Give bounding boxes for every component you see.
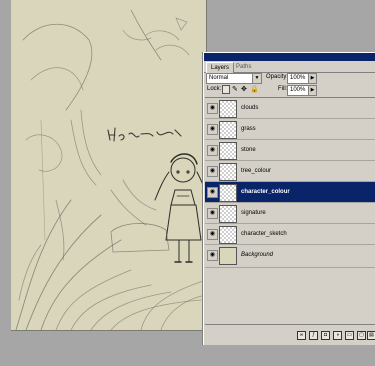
layer-name: character_colour [241, 189, 290, 195]
layer-thumbnail [219, 247, 237, 265]
layer-thumbnail [219, 184, 237, 202]
layer-name: grass [241, 126, 256, 132]
layer-row-grass[interactable]: ◉ grass [205, 119, 375, 140]
fx-icon[interactable]: ƒ [309, 331, 318, 340]
document-canvas[interactable] [11, 0, 207, 331]
layer-row-tree-colour[interactable]: ◉ tree_colour [205, 161, 375, 182]
layer-row-character-colour[interactable]: ◉ character_colour [205, 182, 375, 203]
layer-thumbnail [219, 205, 237, 223]
sketch-artwork [15, 9, 206, 330]
link-icon[interactable]: ∞ [297, 331, 306, 340]
layer-thumbnail [219, 100, 237, 118]
eye-icon[interactable]: ◉ [207, 166, 218, 177]
lock-fill-row: Lock: ✎ ✥ 🔒 Fill: 100% ▶ [204, 85, 375, 97]
fill-slider-arrow-icon[interactable]: ▶ [308, 85, 317, 96]
fill-input[interactable]: 100% [287, 85, 309, 96]
lock-transparent-icon[interactable] [222, 85, 230, 94]
panel-tabs: Layers Paths [204, 61, 375, 73]
blend-mode-value: Normal [209, 75, 229, 81]
eye-icon[interactable]: ◉ [207, 145, 218, 156]
move-icon[interactable]: ✥ [241, 85, 247, 94]
blend-mode-select[interactable]: Normal ▼ [206, 73, 262, 84]
eye-icon[interactable]: ◉ [207, 208, 218, 219]
eye-icon[interactable]: ◉ [207, 229, 218, 240]
panel-titlebar[interactable] [204, 53, 375, 61]
layer-name: stone [241, 147, 256, 153]
layer-name: character_sketch [241, 231, 287, 237]
layers-bottom-toolbar: ∞ ƒ ◘ ◑ ▭ ▢ ▤ [205, 324, 375, 345]
opacity-input[interactable]: 100% [287, 73, 309, 84]
mask-icon[interactable]: ◘ [321, 331, 330, 340]
layer-name: Background [241, 252, 274, 258]
eye-icon[interactable]: ◉ [207, 103, 218, 114]
lock-icon[interactable]: 🔒 [250, 85, 259, 94]
eye-icon[interactable]: ◉ [207, 187, 218, 198]
layers-list: ◉ clouds ◉ grass ◉ stone ◉ tree_colour ◉ [205, 97, 375, 324]
layer-thumbnail [219, 226, 237, 244]
layer-thumbnail [219, 121, 237, 139]
brush-icon[interactable]: ✎ [232, 85, 238, 94]
layer-row-background[interactable]: ◉ Background [205, 245, 375, 268]
layer-row-clouds[interactable]: ◉ clouds [205, 98, 375, 119]
blend-opacity-row: Normal ▼ Opacity: 100% ▶ [204, 73, 375, 85]
layer-row-character-sketch[interactable]: ◉ character_sketch [205, 224, 375, 245]
eye-icon[interactable]: ◉ [207, 250, 218, 261]
tab-paths[interactable]: Paths [232, 62, 255, 72]
tab-layers[interactable]: Layers [206, 62, 235, 73]
workspace: Layers Paths Normal ▼ Opacity: 100% ▶ Lo… [0, 0, 375, 366]
chevron-down-icon[interactable]: ▼ [252, 74, 261, 83]
adjustment-icon[interactable]: ◑ [333, 331, 342, 340]
trash-icon[interactable]: ▤ [367, 331, 375, 340]
lock-label: Lock: [207, 86, 222, 92]
folder-icon[interactable]: ▭ [345, 331, 354, 340]
fill-label: Fill: [278, 86, 288, 92]
new-layer-icon[interactable]: ▢ [357, 331, 366, 340]
layer-thumbnail [219, 163, 237, 181]
layer-row-signature[interactable]: ◉ signature [205, 203, 375, 224]
layer-thumbnail [219, 142, 237, 160]
opacity-slider-arrow-icon[interactable]: ▶ [308, 73, 317, 84]
layer-name: clouds [241, 105, 259, 111]
layer-name: tree_colour [241, 168, 272, 174]
layer-name: signature [241, 210, 266, 216]
layers-panel: Layers Paths Normal ▼ Opacity: 100% ▶ Lo… [203, 52, 375, 345]
layer-row-stone[interactable]: ◉ stone [205, 140, 375, 161]
opacity-label: Opacity: [266, 74, 289, 80]
eye-icon[interactable]: ◉ [207, 124, 218, 135]
